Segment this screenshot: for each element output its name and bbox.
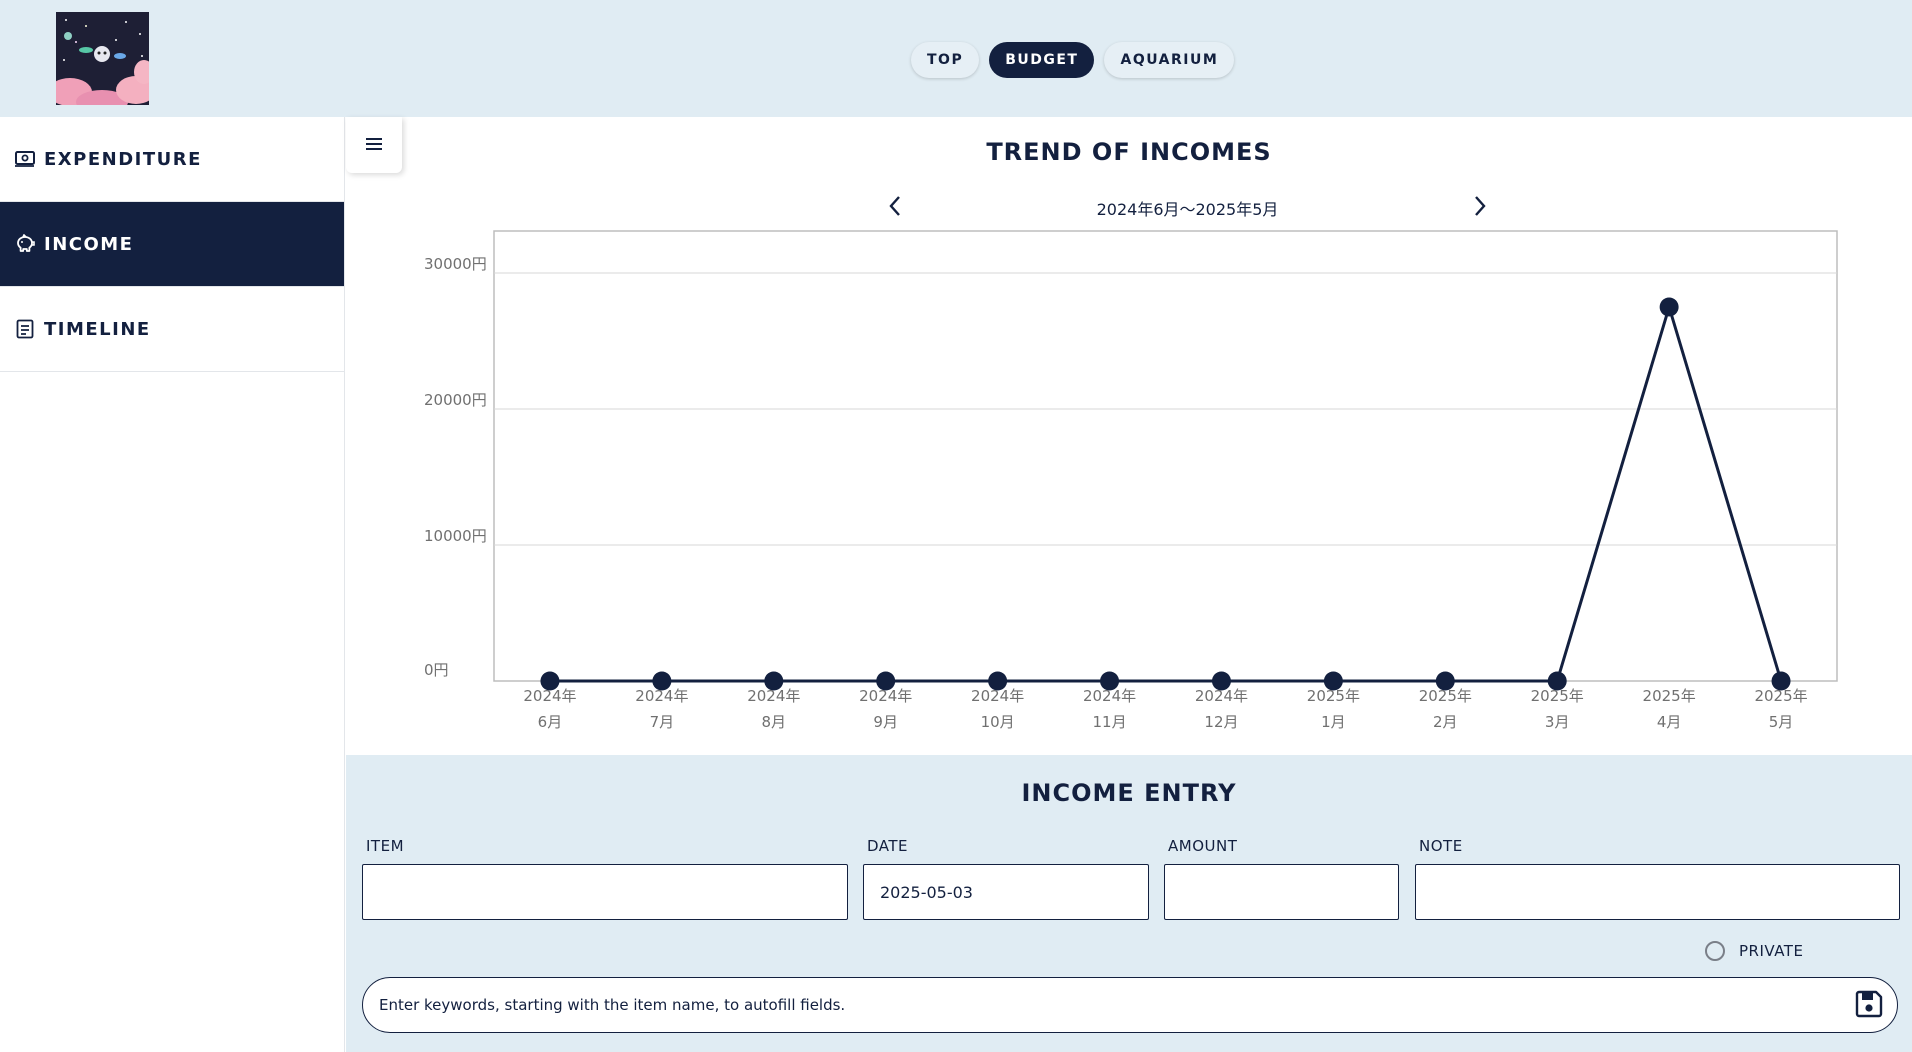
sidebar-item-timeline[interactable]: TIMELINE <box>0 287 344 372</box>
data-point <box>1547 671 1567 691</box>
x-tick-label: 2月 <box>1433 713 1458 731</box>
x-tick-label: 12月 <box>1204 713 1238 731</box>
money-bill-icon <box>14 148 36 170</box>
chevron-right-icon <box>1473 195 1487 221</box>
nav-top[interactable]: TOP <box>911 42 980 78</box>
data-point <box>1323 671 1343 691</box>
floppy-disk-icon <box>1855 990 1883 1022</box>
top-navigation: TOP BUDGET AQUARIUM <box>911 42 1235 78</box>
data-point <box>876 671 896 691</box>
data-point <box>764 671 784 691</box>
chevron-left-icon <box>888 195 902 221</box>
data-point <box>1435 671 1455 691</box>
sidebar-item-expenditure[interactable]: EXPENDITURE <box>0 117 344 202</box>
sidebar-item-income[interactable]: INCOME <box>0 202 344 287</box>
data-point <box>1211 671 1231 691</box>
y-tick-label: 20000円 <box>424 391 487 409</box>
x-tick-label: 9月 <box>873 713 898 731</box>
y-tick-label: 0円 <box>424 661 449 679</box>
date-label: DATE <box>867 837 909 855</box>
x-tick-label: 4月 <box>1657 713 1682 731</box>
income-trend-chart: 0円10000円20000円30000円2024年6月2024年7月2024年8… <box>424 230 1838 731</box>
app-header: TOP BUDGET AQUARIUM <box>0 0 1912 117</box>
income-series-line <box>549 305 1783 683</box>
x-tick-label: 11月 <box>1092 713 1126 731</box>
amount-label: AMOUNT <box>1168 837 1238 855</box>
amount-input[interactable] <box>1164 864 1399 920</box>
y-tick-label: 10000円 <box>424 527 487 545</box>
data-point <box>652 671 672 691</box>
app-logo[interactable] <box>56 12 149 105</box>
sidebar-item-label: TIMELINE <box>44 318 151 340</box>
x-tick-label: 3月 <box>1545 713 1570 731</box>
x-tick-label: 5月 <box>1769 713 1794 731</box>
sidebar: EXPENDITURE INCOME TIMELINE <box>0 117 345 1052</box>
x-tick-label: 8月 <box>762 713 787 731</box>
entry-title: INCOME ENTRY <box>1021 779 1237 807</box>
nav-budget[interactable]: BUDGET <box>989 42 1095 78</box>
list-document-icon <box>14 318 36 340</box>
item-label: ITEM <box>366 837 405 855</box>
data-point <box>988 671 1008 691</box>
sidebar-item-label: EXPENDITURE <box>44 148 202 170</box>
note-input[interactable] <box>1415 864 1900 920</box>
nav-aquarium[interactable]: AQUARIUM <box>1104 42 1235 78</box>
data-point <box>1100 671 1120 691</box>
sidebar-item-label: INCOME <box>44 233 134 255</box>
autofill-search-input[interactable] <box>362 977 1898 1033</box>
x-tick-label: 1月 <box>1321 713 1346 731</box>
plot-frame <box>493 230 1838 682</box>
period-label: 2024年6月〜2025年5月 <box>1096 200 1279 219</box>
note-label: NOTE <box>1419 837 1463 855</box>
income-entry-form: INCOME ENTRY ITEM DATE AMOUNT NOTE PRIVA… <box>346 755 1912 1052</box>
x-tick-label: 2025年 <box>1643 687 1696 705</box>
y-tick-label: 30000円 <box>424 255 487 273</box>
private-toggle[interactable]: PRIVATE <box>1705 941 1803 961</box>
piggy-bank-icon <box>14 233 36 255</box>
data-point <box>1771 671 1791 691</box>
private-radio[interactable] <box>1705 941 1725 961</box>
x-tick-label: 7月 <box>650 713 675 731</box>
data-point <box>1659 297 1679 317</box>
x-tick-label: 10月 <box>981 713 1015 731</box>
chart-title: TREND OF INCOMES <box>986 138 1272 166</box>
item-input[interactable] <box>362 864 848 920</box>
previous-period-button[interactable] <box>880 193 910 223</box>
save-button[interactable] <box>1853 990 1885 1022</box>
next-period-button[interactable] <box>1465 193 1495 223</box>
private-label: PRIVATE <box>1739 942 1804 960</box>
x-tick-label: 6月 <box>538 713 563 731</box>
data-point <box>540 671 560 691</box>
date-input[interactable] <box>863 864 1149 920</box>
